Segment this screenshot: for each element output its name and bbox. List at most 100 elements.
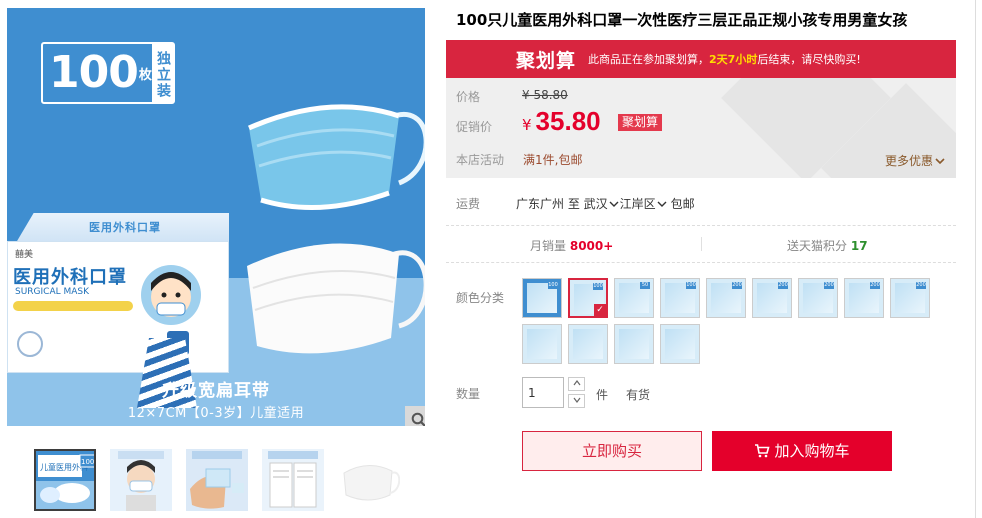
swatch-count-badge: 100	[593, 283, 603, 290]
points-label: 送天猫积分	[787, 239, 848, 253]
swatch-count-badge: 200	[916, 282, 926, 289]
thumbnail-2-image	[118, 451, 164, 511]
promo-price-label: 促销价	[456, 120, 493, 134]
product-title: 100只儿童医用外科口罩一次性医疗三层正品正规小孩专用男童女孩	[456, 11, 908, 29]
swatch-count-badge: 100	[686, 282, 696, 289]
swatch-count-badge: 100	[548, 282, 558, 289]
swatch-image	[665, 329, 695, 359]
color-swatch[interactable]: 200	[752, 278, 792, 318]
color-swatch[interactable]: 200	[798, 278, 838, 318]
swatch-count-badge: 200	[732, 282, 742, 289]
chevron-down-icon	[573, 397, 580, 403]
price-panel: 价格 ¥ 58.80 促销价 ¥35.80 聚划算 本店活动 满1件,包邮 更多…	[446, 78, 956, 178]
badge-side: 独立装	[151, 44, 173, 102]
more-offers-link[interactable]: 更多优惠	[885, 152, 945, 169]
color-swatch[interactable]: 100 ✓	[568, 278, 608, 318]
shipping-destination[interactable]: 广东广州 至 武汉 江岸区 包邮	[516, 195, 695, 212]
stats-row: 月销量 8000+ 送天猫积分 17	[446, 233, 956, 255]
image-caption-title: 升级宽扁耳带	[162, 381, 270, 401]
chevron-down-icon	[935, 158, 945, 165]
thumbnail-4-image	[268, 451, 318, 508]
monthly-sales: 月销量 8000+	[530, 237, 613, 254]
chevron-down-icon	[657, 201, 667, 207]
add-to-cart-button[interactable]: 加入购物车	[712, 431, 892, 471]
swatch-count-badge: 200	[778, 282, 788, 289]
thumbnail-3-image	[190, 451, 244, 509]
quantity-input[interactable]	[522, 377, 564, 408]
juhuasuan-notice: 此商品正在参加聚划算，2天7小时后结束，请尽快购买!	[588, 51, 861, 67]
tmall-points: 送天猫积分 17	[787, 237, 868, 254]
blue-mask-illustration	[247, 104, 425, 211]
thumbnail-1[interactable]: 儿童医用外科 100	[34, 449, 96, 511]
chevron-down-icon	[609, 201, 619, 207]
main-product-image[interactable]: 100 枚 独立装 医用外科口罩 囍美 医用外科口罩 SURGICAL MASK	[7, 8, 425, 426]
color-swatch[interactable]: 200	[890, 278, 930, 318]
quantity-decrease-button[interactable]	[568, 394, 585, 408]
activity-value: 满1件,包邮	[523, 153, 583, 167]
promo-price: ¥35.80	[522, 106, 601, 137]
swatch-count-badge: 200	[824, 282, 834, 289]
divider	[446, 225, 956, 226]
badge-unit: 枚	[138, 67, 152, 83]
more-offers-label: 更多优惠	[885, 154, 934, 168]
stats-separator	[701, 237, 702, 251]
color-swatch[interactable]: 200	[706, 278, 746, 318]
box-top-label: 医用外科口罩	[89, 221, 161, 234]
shipping-label: 运费	[456, 197, 481, 211]
badge-number: 100	[49, 47, 139, 98]
countdown-time: 2天7小时	[709, 53, 758, 66]
thumbnail-strip: 儿童医用外科 100	[34, 449, 404, 511]
activity-label: 本店活动	[456, 153, 505, 167]
thumbnail-1-count: 100	[81, 458, 94, 466]
color-swatches: 100 100 ✓ 50 100 200 200 200 200 200	[522, 278, 942, 368]
thumbnail-4[interactable]	[262, 449, 324, 511]
shipping-route: 广东广州 至 武汉	[516, 197, 608, 211]
notice-pre: 此商品正在参加聚划算，	[588, 53, 710, 66]
swatch-count-badge: 200	[870, 282, 880, 289]
buy-now-button[interactable]: 立即购买	[522, 431, 702, 471]
color-swatch[interactable]: 100	[522, 278, 562, 318]
quantity-label: 数量	[456, 387, 481, 401]
quantity-increase-button[interactable]	[568, 377, 585, 391]
color-swatch[interactable]: 100	[660, 278, 700, 318]
juhuasuan-banner: 聚划算 此商品正在参加聚划算，2天7小时后结束，请尽快购买!	[446, 40, 956, 78]
juhuasuan-tag: 聚划算	[618, 114, 663, 131]
juhuasuan-logo: 聚划算	[516, 49, 577, 72]
box-subtitle: SURGICAL MASK	[15, 287, 90, 297]
currency-symbol: ¥	[522, 116, 532, 134]
monthly-sales-value: 8000+	[569, 239, 614, 253]
color-swatch[interactable]	[660, 324, 700, 364]
shipping-free: 包邮	[670, 197, 695, 211]
thumbnail-5[interactable]	[338, 449, 400, 511]
box-brand: 囍美	[15, 250, 34, 260]
product-box-illustration: 医用外科口罩 囍美 医用外科口罩 SURGICAL MASK 50	[7, 213, 229, 373]
count-badge: 100 枚 独立装	[41, 42, 175, 104]
white-mask-illustration	[247, 243, 425, 354]
image-caption-subtitle: 12×7CM【0-3岁】儿童适用	[127, 406, 305, 421]
product-page: 100 枚 独立装 医用外科口罩 囍美 医用外科口罩 SURGICAL MASK	[0, 0, 982, 518]
shipping-district: 江岸区	[619, 197, 656, 211]
color-swatch[interactable]	[568, 324, 608, 364]
zoom-button[interactable]	[405, 406, 425, 426]
color-swatch[interactable]: 200	[844, 278, 884, 318]
color-swatch[interactable]	[614, 324, 654, 364]
thumbnail-3[interactable]	[186, 449, 248, 511]
selected-check-icon: ✓	[594, 304, 606, 316]
color-option-label: 颜色分类	[456, 291, 505, 305]
notice-post: 后结束，请尽快购买!	[757, 53, 861, 66]
cart-icon	[755, 444, 771, 458]
color-swatch[interactable]: 50	[614, 278, 654, 318]
magnifier-icon	[411, 412, 425, 426]
swatch-image	[573, 329, 603, 359]
swatch-image	[619, 329, 649, 359]
swatch-image	[527, 329, 557, 359]
stock-status: 有货	[626, 388, 651, 402]
color-swatch[interactable]	[522, 324, 562, 364]
add-to-cart-label: 加入购物车	[774, 442, 850, 460]
page-right-border	[975, 0, 976, 518]
original-price-label: 价格	[456, 90, 481, 104]
original-price: ¥ 58.80	[522, 88, 568, 102]
thumbnail-2[interactable]	[110, 449, 172, 511]
box-title: 医用外科口罩	[13, 267, 127, 288]
divider	[446, 262, 956, 263]
